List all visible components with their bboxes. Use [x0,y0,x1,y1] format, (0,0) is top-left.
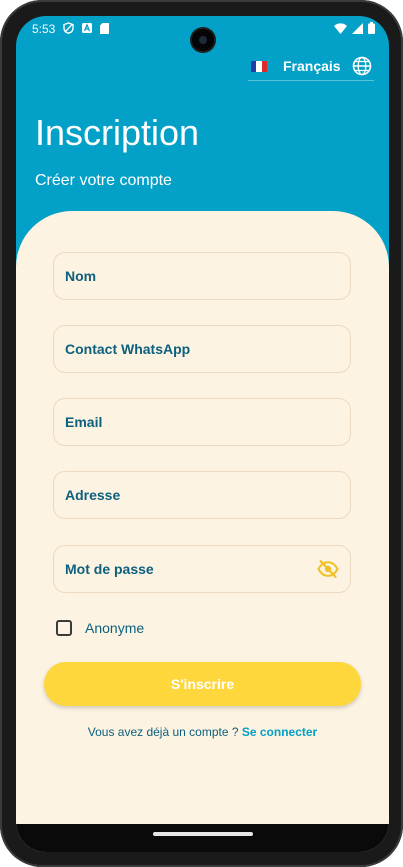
navigation-bar [16,824,389,852]
language-selector[interactable]: Français [248,52,374,81]
password-field[interactable]: Mot de passe [53,545,351,593]
address-field[interactable]: Adresse [53,471,351,519]
front-camera [192,29,214,51]
status-time: 5:53 [32,22,56,36]
anonymous-label: Anonyme [85,620,145,636]
name-field-label: Nom [65,268,97,284]
visibility-off-icon[interactable] [317,559,339,584]
page-title: Inscription [35,112,200,153]
login-prompt-row: Vous avez déjà un compte ? Se connecter [16,725,389,739]
status-icons-right [334,22,375,34]
notification-app-icon [82,23,92,33]
french-flag-icon [251,60,267,72]
signup-button[interactable]: S'inscrire [44,662,361,706]
language-label: Français [283,58,341,74]
sd-card-icon [100,22,109,34]
phone-frame: 5:53 Français Inscription Créer votre co… [0,0,403,867]
anonymous-row[interactable]: Anonyme [56,620,144,636]
shield-icon [63,22,74,34]
whatsapp-field[interactable]: Contact WhatsApp [53,325,351,373]
screen: 5:53 Français Inscription Créer votre co… [16,16,389,852]
home-indicator[interactable] [153,832,253,836]
page-subtitle: Créer votre compte [35,172,172,189]
email-field[interactable]: Email [53,398,351,446]
wifi-icon [334,22,347,34]
address-field-label: Adresse [65,487,121,503]
status-icons-left [63,22,109,34]
signal-icon [352,22,363,34]
anonymous-checkbox[interactable] [56,620,72,636]
flag-stripe-red [261,60,267,72]
battery-icon [368,22,375,34]
form-card: Nom Contact WhatsApp Email Adresse Mot d… [16,211,389,852]
login-prompt: Vous avez déjà un compte ? [87,725,242,739]
globe-icon[interactable] [352,56,372,76]
login-link[interactable]: Se connecter [242,725,317,739]
whatsapp-field-label: Contact WhatsApp [65,341,191,357]
name-field[interactable]: Nom [53,252,351,300]
password-field-label: Mot de passe [65,561,154,577]
email-field-label: Email [65,414,103,430]
